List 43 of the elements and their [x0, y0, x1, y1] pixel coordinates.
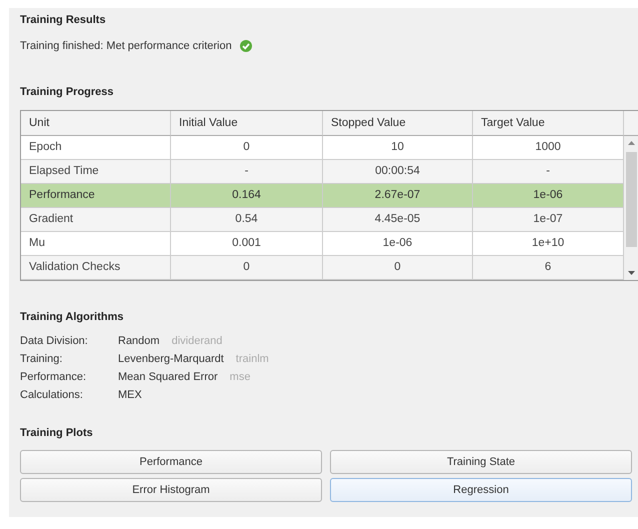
table-cell: - [171, 160, 323, 184]
table-cell: 00:00:54 [323, 160, 473, 184]
section-title: Training Plots [20, 427, 94, 439]
field-value: Mean Squared Error [118, 371, 218, 383]
field-label: Training: [20, 353, 64, 365]
field-value: MEX [118, 389, 142, 401]
function-name: mse [230, 371, 250, 383]
status-message: Training finished: Met performance criterion [20, 40, 232, 52]
table-cell: 0.54 [171, 208, 323, 232]
field-label: Data Division: [20, 335, 89, 347]
plot-button[interactable]: Performance [20, 450, 322, 474]
table-cell: Performance [21, 184, 171, 208]
field-label: Performance: [20, 371, 88, 383]
column-header: Initial Value [171, 111, 323, 136]
column-header: Stopped Value [323, 111, 473, 136]
table-cell: Gradient [21, 208, 171, 232]
table-cell: 4.45e-05 [323, 208, 473, 232]
table-cell: 1e-07 [473, 208, 624, 232]
column-header: Target Value [473, 111, 624, 136]
plot-button[interactable]: Training State [330, 450, 632, 474]
table-cell: 2.67e-07 [323, 184, 473, 208]
plot-button[interactable]: Error Histogram [20, 478, 322, 502]
scroll-down-icon[interactable] [628, 271, 635, 275]
table-cell: Validation Checks [21, 256, 171, 280]
plot-button[interactable]: Regression [330, 478, 632, 502]
field-label: Calculations: [20, 389, 84, 401]
scroll-up-icon[interactable] [628, 141, 635, 145]
table-cell: 6 [473, 256, 624, 280]
table-cell: 0 [171, 256, 323, 280]
section-title: Training Algorithms [20, 311, 124, 323]
table-cell: 0 [323, 256, 473, 280]
table-cell: Elapsed Time [21, 160, 171, 184]
field-value: Levenberg-Marquardt [118, 353, 224, 365]
field-value: Random [118, 335, 160, 347]
scrollbar-thumb[interactable] [626, 152, 637, 247]
function-name: trainlm [236, 353, 269, 365]
column-header: Unit [21, 111, 171, 136]
table-cell: 1e-06 [473, 184, 624, 208]
function-name: dividerand [172, 335, 222, 347]
section-title: Training Progress [20, 86, 115, 98]
table-cell: - [473, 160, 624, 184]
table-cell: 0.164 [171, 184, 323, 208]
section-title: Training Results [20, 14, 107, 26]
